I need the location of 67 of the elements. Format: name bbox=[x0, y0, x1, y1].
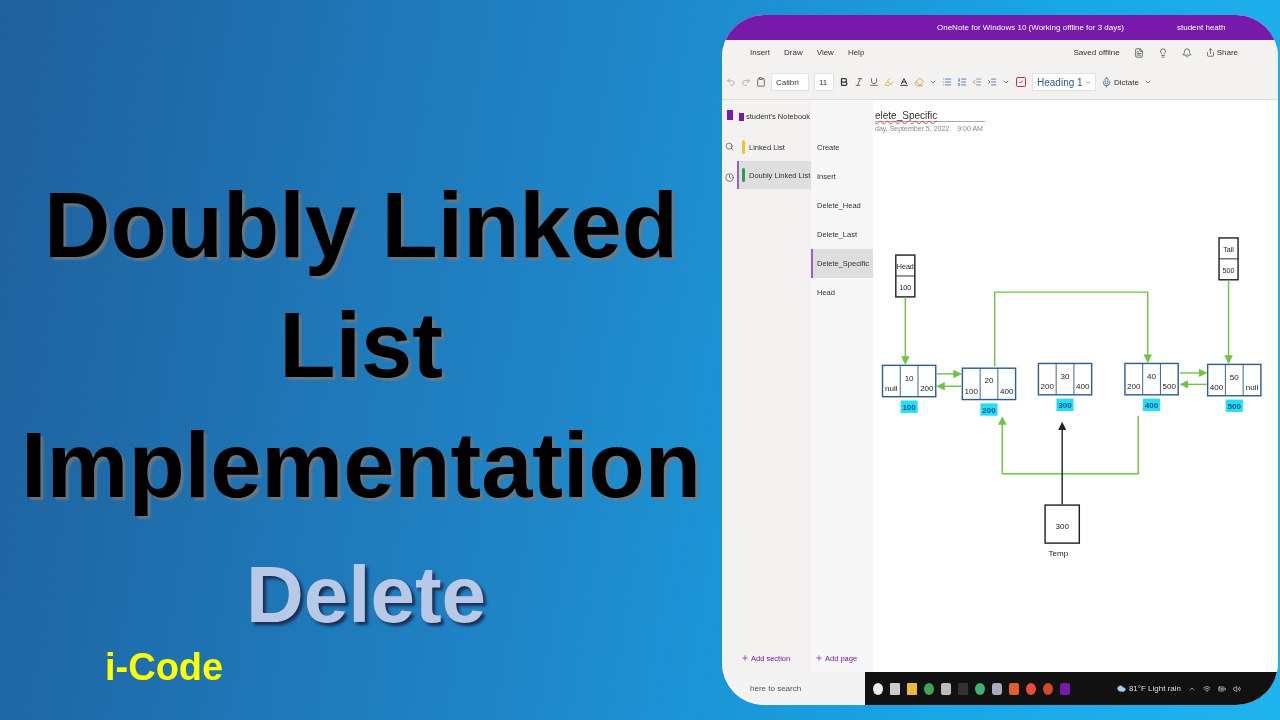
video-title: List bbox=[279, 293, 443, 398]
page-icon[interactable] bbox=[1133, 47, 1144, 58]
caret-icon[interactable] bbox=[1002, 78, 1010, 86]
caret-icon[interactable] bbox=[1143, 78, 1152, 86]
app-icon[interactable] bbox=[907, 682, 917, 695]
network-icon[interactable] bbox=[1203, 684, 1211, 693]
menu-tab[interactable]: View bbox=[816, 48, 834, 57]
numbered-list-icon[interactable] bbox=[957, 77, 967, 87]
lightbulb-icon[interactable] bbox=[1157, 47, 1168, 58]
app-icon[interactable] bbox=[924, 682, 934, 695]
notebook-icon bbox=[739, 112, 744, 121]
microphone-icon bbox=[1101, 76, 1112, 88]
checkbox-icon[interactable] bbox=[1015, 76, 1027, 88]
video-title: Implementation bbox=[21, 413, 701, 518]
italic-icon[interactable] bbox=[854, 77, 864, 87]
taskbar-search-field[interactable]: here to search bbox=[722, 672, 865, 705]
bell-icon[interactable] bbox=[1181, 47, 1192, 58]
connector-arrow bbox=[936, 382, 963, 391]
window-title: OneNote for Windows 10 (Working offline for 3 days) bbox=[937, 23, 1124, 32]
app-icon[interactable] bbox=[992, 682, 1002, 695]
search-icon[interactable] bbox=[725, 142, 734, 151]
node-box bbox=[961, 367, 1017, 401]
battery-icon[interactable] bbox=[1218, 684, 1226, 693]
menu-tab[interactable]: Draw bbox=[784, 48, 803, 57]
cloud-icon bbox=[1116, 684, 1126, 693]
app-icon[interactable] bbox=[975, 682, 985, 695]
caret-icon bbox=[1084, 78, 1091, 86]
weather-widget[interactable]: 81°F Light rain bbox=[1116, 684, 1181, 693]
user-name: student heath bbox=[1177, 23, 1226, 32]
menu-tab[interactable]: Help bbox=[847, 48, 865, 57]
indent-icon[interactable] bbox=[987, 77, 997, 87]
connector-arrow bbox=[901, 296, 910, 365]
volume-icon[interactable] bbox=[1233, 684, 1241, 693]
font-color-icon[interactable] bbox=[899, 77, 909, 87]
connector-arrow bbox=[1179, 380, 1208, 389]
underline-icon[interactable] bbox=[869, 77, 879, 87]
pointer-box bbox=[1218, 237, 1239, 281]
notebooks-icon[interactable] bbox=[726, 110, 733, 120]
app-icon[interactable] bbox=[890, 682, 900, 695]
font-size-field[interactable]: 11 bbox=[814, 73, 834, 91]
font-name-field[interactable]: Calibri bbox=[771, 73, 809, 91]
node-box bbox=[1124, 362, 1179, 396]
video-title: Doubly Linked bbox=[44, 173, 678, 278]
node-box bbox=[1037, 362, 1093, 396]
style-dropdown[interactable]: Heading 1 bbox=[1032, 73, 1096, 91]
connector-arrow bbox=[936, 369, 962, 379]
share-button[interactable]: Share bbox=[1205, 48, 1238, 57]
page-title[interactable]: elete_Specific bbox=[875, 110, 985, 122]
menu-tab[interactable]: Insert bbox=[750, 48, 770, 57]
app-icon[interactable] bbox=[873, 682, 883, 695]
bold-icon[interactable] bbox=[839, 77, 849, 87]
clipboard-icon[interactable] bbox=[756, 77, 766, 87]
clock-icon[interactable] bbox=[725, 173, 734, 182]
caret-icon[interactable] bbox=[929, 78, 937, 86]
connector-arrow bbox=[1179, 368, 1208, 378]
node-box bbox=[881, 364, 937, 398]
share-icon bbox=[1205, 48, 1215, 57]
plus-icon bbox=[741, 654, 749, 662]
video-subtitle: Delete bbox=[244, 549, 487, 641]
plus-icon bbox=[815, 654, 823, 662]
dictate-button[interactable]: Dictate bbox=[1101, 76, 1139, 88]
temp-box bbox=[1044, 504, 1080, 544]
app-icon[interactable] bbox=[941, 682, 951, 695]
channel-name: i-Code bbox=[105, 645, 224, 689]
pointer-box bbox=[895, 254, 916, 298]
node-box bbox=[1206, 363, 1262, 397]
sync-status: Saved offline bbox=[1073, 48, 1120, 57]
